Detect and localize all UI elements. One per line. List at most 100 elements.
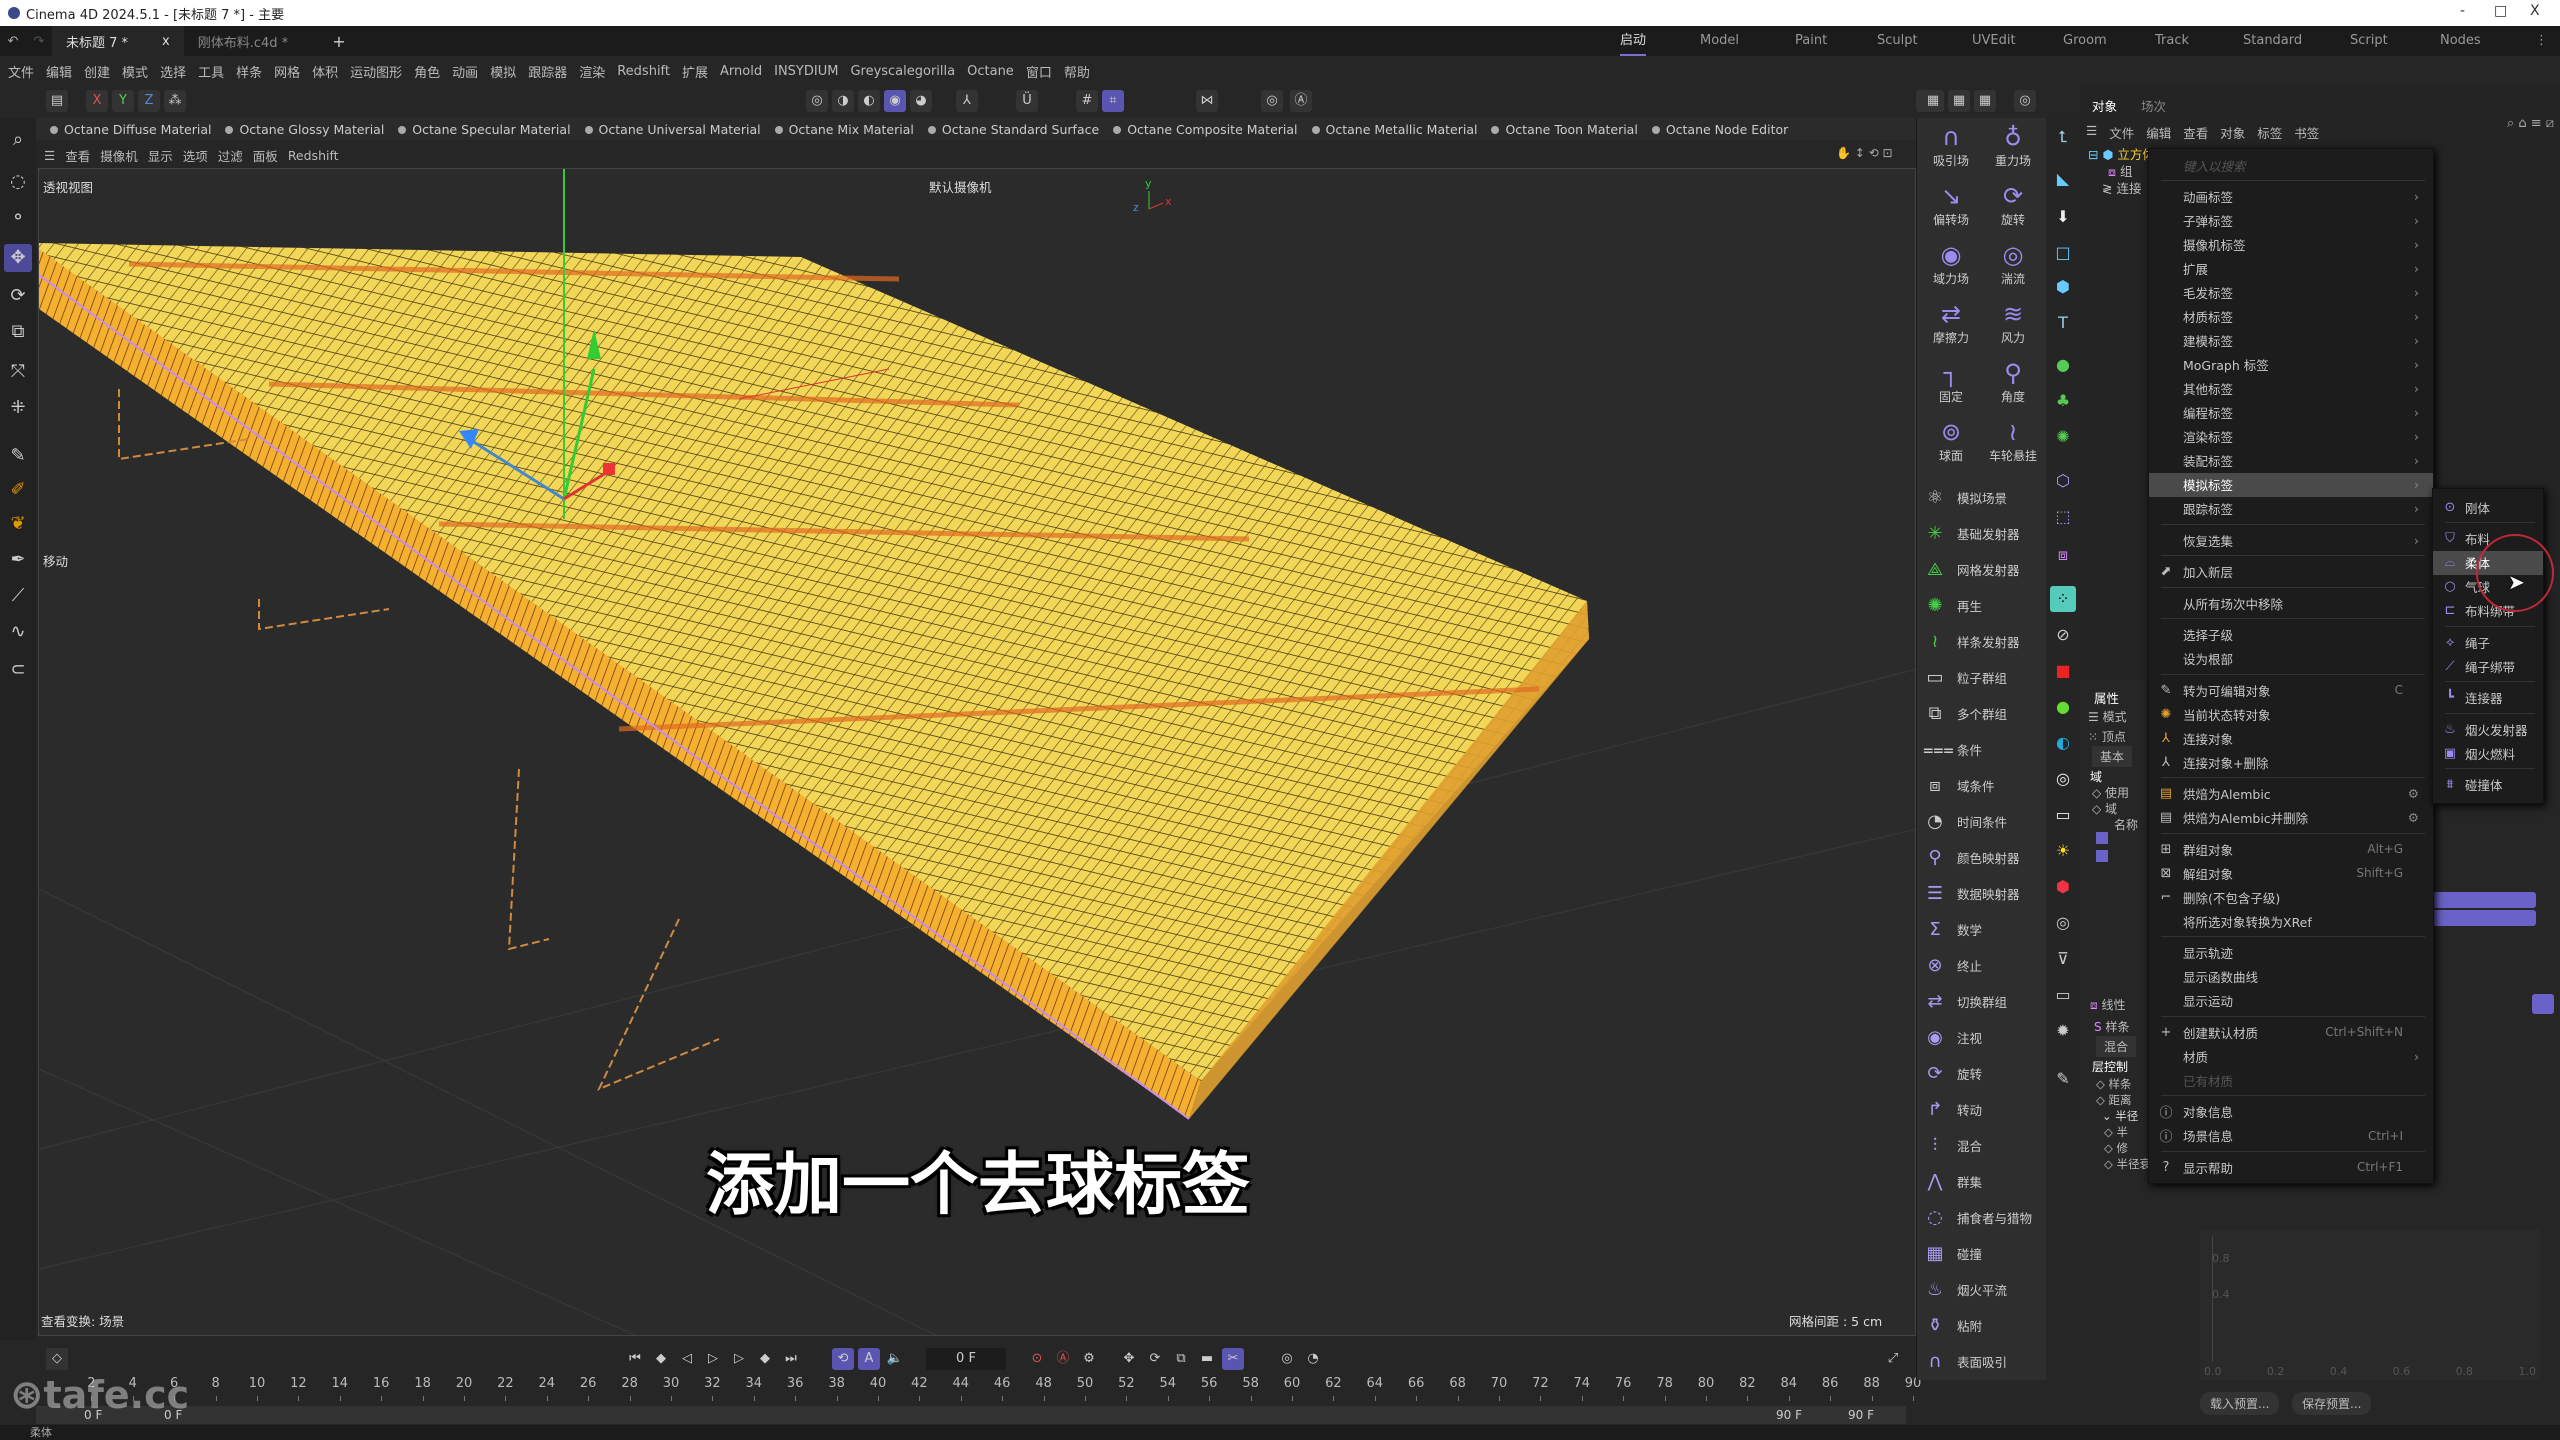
camera-name[interactable]: 默认摄像机 (929, 177, 992, 196)
viewport-nav-icons[interactable]: ✋ ↕ ⟲ ⊡ (1836, 146, 1893, 160)
sim-list-item[interactable]: ↱ 转动 (1917, 1092, 2047, 1126)
rectangle-icon[interactable]: □ (2050, 240, 2076, 266)
deformer2-icon[interactable]: ⬚ (2050, 504, 2076, 530)
disable-icon[interactable]: ⊘ (2050, 622, 2076, 648)
playback-rate-icon[interactable]: A (858, 1348, 880, 1370)
menu-7[interactable]: 网格 (274, 62, 300, 81)
doc-tab-untitled[interactable]: 未标题 7 * x (52, 26, 184, 56)
sim-list-item[interactable]: ⊗ 终止 (1917, 948, 2047, 982)
record-icon[interactable]: ⊙ (1026, 1348, 1048, 1370)
layout-tab-uvedit[interactable]: UVEdit (1972, 26, 2016, 56)
search-icon[interactable]: ⌕ (4, 126, 32, 154)
effector-icon[interactable]: ✺ (2050, 424, 2076, 450)
workplane-icon[interactable]: ⌗ (1102, 90, 1124, 112)
current-frame-field[interactable]: 0 F (926, 1348, 1006, 1370)
sim-list-item[interactable]: ⚲ 颜色映射器 (1917, 840, 2047, 874)
layout-tab-sculpt[interactable]: Sculpt (1877, 26, 1918, 56)
menu-item[interactable]: 其他标签 › (2149, 377, 2433, 401)
basic-tab[interactable]: 基本 (2092, 746, 2133, 767)
menu-item[interactable]: 模拟标签 › (2149, 472, 2433, 497)
scene-light-icon[interactable]: ✹ (2050, 1018, 2076, 1044)
octane-material-button[interactable]: Octane Toon Material (1491, 122, 1638, 137)
menu-item[interactable]: ▤ 烘焙为Alembic ⚙ (2149, 782, 2433, 806)
gear-icon[interactable]: ⚙ (2408, 786, 2419, 801)
material-icon[interactable]: ◐ (2050, 730, 2076, 756)
menu-item[interactable]: 摄像机标签 › (2149, 233, 2433, 257)
fracture-icon[interactable]: ♣ (2050, 388, 2076, 414)
octane-material-button[interactable]: Octane Specular Material (398, 122, 571, 137)
motion-clip-icon[interactable]: ◔ (1302, 1348, 1324, 1370)
transform-icon[interactable]: ⤧ (4, 358, 32, 386)
octane-material-button[interactable]: Octane Diffuse Material (50, 122, 211, 137)
x-axis-toggle[interactable]: X (86, 90, 108, 112)
menu-item[interactable]: MoGraph 标签 › (2149, 353, 2433, 377)
z-axis-toggle[interactable]: Z (138, 90, 160, 112)
grid-icon[interactable]: # (1076, 90, 1098, 112)
sim-tool-turbulence[interactable]: ◎ 湍流 (1983, 240, 2043, 287)
menu-item[interactable]: 毛发标签 › (2149, 281, 2433, 305)
submenu-item[interactable]: ⩩ 碰撞体 (2433, 773, 2543, 797)
timeline-expand-icon[interactable]: ⤢ (1882, 1348, 1904, 1370)
menu-item[interactable]: 显示函数曲线 (2149, 965, 2433, 989)
octane-material-button[interactable]: Octane Mix Material (774, 122, 914, 137)
menu-item[interactable]: 显示运动 (2149, 989, 2433, 1013)
menu-item[interactable]: ? 显示帮助 Ctrl+F1 (2149, 1155, 2433, 1179)
shading-icon[interactable]: ◕ (910, 90, 932, 112)
prev-key-icon[interactable]: ◆ (650, 1348, 672, 1370)
close-tab-icon[interactable]: x (162, 34, 170, 49)
range-end-field[interactable]: 90 F (1848, 1408, 1874, 1422)
menu-item[interactable]: 从所有场次中移除 (2149, 591, 2433, 615)
sound-icon[interactable]: 🔈 (884, 1348, 906, 1370)
menu-item[interactable]: 子弹标签 › (2149, 209, 2433, 233)
object-mode-icon[interactable]: ▤ (46, 90, 68, 112)
sim-list-item[interactable]: ✳ 基础发射器 (1917, 516, 2047, 550)
menu-item[interactable]: ⊞ 群组对象 Alt+G (2149, 837, 2433, 861)
live-select-icon[interactable]: ◌ (4, 168, 32, 196)
use-field[interactable]: ◇ 使用 (2092, 784, 2129, 801)
tab-objects[interactable]: 对象 (2092, 96, 2117, 115)
viewport-menu-item[interactable]: Redshift (288, 148, 339, 163)
sim-list-item[interactable]: ☰ 数据映射器 (1917, 876, 2047, 910)
menu-0[interactable]: 文件 (8, 62, 34, 81)
octane-material-button[interactable]: Octane Standard Surface (927, 122, 1099, 137)
paint-icon[interactable]: ✐ (4, 476, 32, 504)
menu-search-input[interactable]: 键入以搜索 (2149, 153, 2433, 177)
select-icon[interactable]: ⚬ (4, 204, 32, 232)
viewport-menu-item[interactable]: 查看 (65, 146, 90, 165)
menu-item[interactable]: ⓘ 对象信息 (2149, 1100, 2433, 1124)
submenu-item[interactable]: ⊙ 刚体 (2433, 495, 2543, 519)
key-pla-icon[interactable]: ✂ (1222, 1348, 1244, 1370)
menu-item[interactable]: 材质标签 › (2149, 305, 2433, 329)
edit-script-icon[interactable]: ✎ (2050, 1066, 2076, 1092)
menu-1[interactable]: 编辑 (46, 62, 72, 81)
menu-6[interactable]: 样条 (236, 62, 262, 81)
key-settings-icon[interactable]: ⚙ (1078, 1348, 1100, 1370)
falloff-curve-graph[interactable]: 0.8 0.4 0.0 0.2 0.4 0.6 0.8 1.0 (2200, 1230, 2540, 1380)
layout-tab-startup[interactable]: 启动 (1620, 26, 1647, 56)
om-menu-item[interactable]: 标签 (2257, 123, 2282, 142)
menu-14[interactable]: 渲染 (579, 62, 605, 81)
menu-item[interactable]: ⅄ 连接对象 (2149, 726, 2433, 750)
frame-range-slider[interactable] (36, 1406, 1906, 1424)
sim-tool-field-force[interactable]: ◉ 域力场 (1921, 240, 1981, 287)
menu-item[interactable]: ⓘ 场景信息 Ctrl+I (2149, 1124, 2433, 1148)
projector-icon[interactable]: ⊽ (2050, 946, 2076, 972)
display-mode-icon[interactable]: ◉ (884, 90, 906, 112)
octane-material-button[interactable]: Octane Universal Material (584, 122, 761, 137)
hamburger-icon[interactable]: ☰ (2086, 123, 2097, 142)
brush-icon[interactable]: ✎ (4, 442, 32, 470)
submenu-item[interactable]: ⟡ 绳子 (2433, 630, 2543, 654)
sim-tool-wheel-suspension[interactable]: ≀ 车轮悬挂 (1983, 417, 2043, 464)
next-key-icon[interactable]: ◆ (754, 1348, 776, 1370)
menu-item[interactable]: + 创建默认材质 Ctrl+Shift+N (2149, 1020, 2433, 1044)
plane-icon[interactable]: ◣ (2050, 166, 2076, 192)
camera-icon[interactable]: ■ (2050, 658, 2076, 684)
area-light-icon[interactable]: ▭ (2050, 802, 2076, 828)
distribute-icon[interactable]: ⁜ (4, 394, 32, 422)
sim-list-item[interactable]: ≀ 样条发射器 (1917, 624, 2047, 658)
lock-icon[interactable]: ◎ (1261, 90, 1283, 112)
key-position-icon[interactable]: ✥ (1118, 1348, 1140, 1370)
hamburger-icon[interactable]: ☰ (44, 148, 55, 163)
redo-icon[interactable]: ↷ (26, 34, 52, 49)
move-icon[interactable]: ✥ (4, 244, 32, 272)
